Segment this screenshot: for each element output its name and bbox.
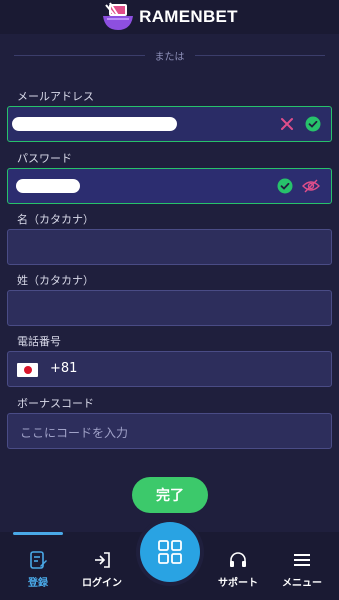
last-name-field[interactable] [7,290,332,326]
nav-menu[interactable]: メニュー [272,550,332,589]
or-divider: または [14,46,325,64]
nav-support-label: サポート [218,578,258,589]
eye-off-icon[interactable] [302,177,320,195]
nav-login[interactable]: ログイン [72,550,132,589]
last-name-label: 姓（カタカナ） [17,274,94,287]
nav-support[interactable]: サポート [208,550,268,589]
bonus-code-placeholder: ここにコードを入力 [20,426,129,440]
register-icon [30,551,47,569]
email-value-masked [12,117,177,131]
grid-icon [158,540,182,564]
games-grid-button[interactable] [140,522,200,582]
login-icon [95,552,110,568]
header-bar: RAMENBET [0,0,339,34]
clear-icon[interactable] [278,115,296,133]
first-name-label: 名（カタカナ） [17,213,94,226]
ramen-bowl-icon [101,2,135,32]
first-name-field[interactable] [7,229,332,265]
japan-flag-icon[interactable] [17,363,38,377]
password-field[interactable] [7,168,332,204]
divider-line-right [194,54,325,56]
hamburger-icon [294,554,310,566]
submit-button[interactable]: 完了 [132,477,208,513]
email-field[interactable] [7,106,332,142]
email-label: メールアドレス [17,90,94,103]
phone-field[interactable]: +81 [7,351,332,387]
brand-name: RAMENBET [139,7,238,26]
password-value-masked [16,179,80,193]
headset-icon [230,552,246,567]
brand-logo[interactable]: RAMENBET [101,2,238,32]
nav-register-label: 登録 [28,578,48,589]
password-label: パスワード [17,152,72,165]
bonus-code-field[interactable]: ここにコードを入力 [7,413,332,449]
phone-label: 電話番号 [17,335,61,348]
nav-register[interactable]: 登録 [8,550,68,589]
nav-login-label: ログイン [82,578,122,589]
valid-check-icon [304,115,322,133]
nav-active-indicator [13,532,63,535]
country-code: +81 [50,361,78,376]
bonus-code-label: ボーナスコード [17,397,94,410]
divider-line-left [14,54,145,56]
or-text: または [154,51,185,63]
nav-menu-label: メニュー [282,578,322,589]
valid-check-icon [276,177,294,195]
